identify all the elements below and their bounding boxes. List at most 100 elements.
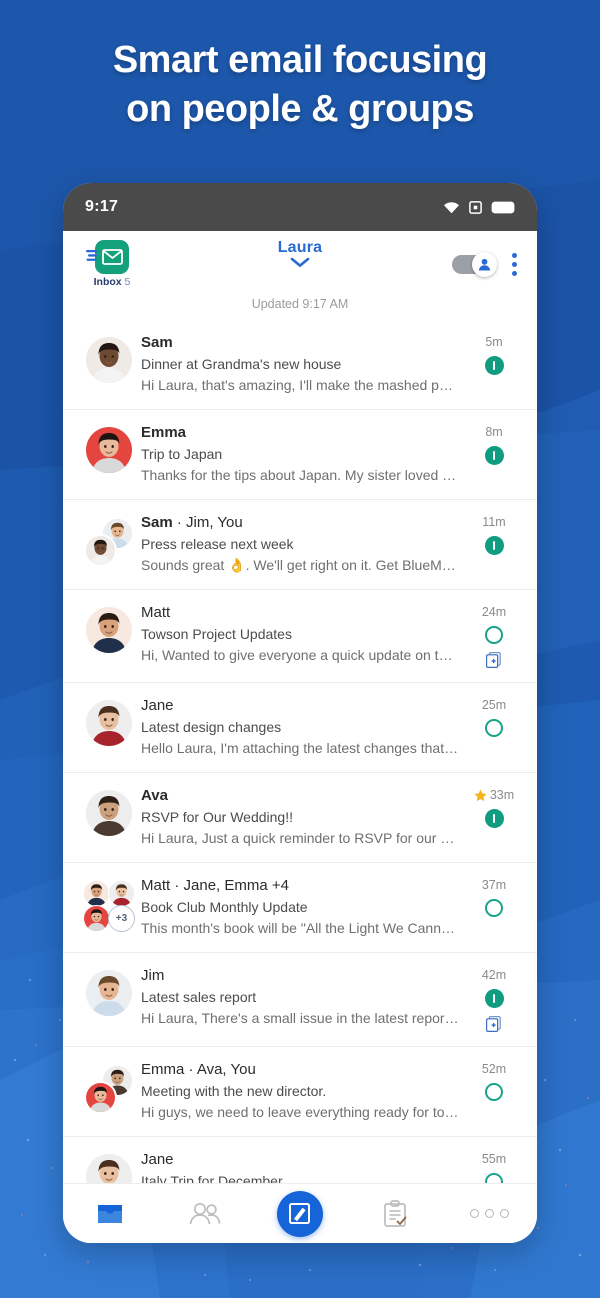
email-sender-primary: Sam	[141, 334, 173, 351]
compose-fab[interactable]	[276, 1190, 323, 1237]
email-time-row: 24m	[482, 605, 506, 619]
kebab-menu-icon[interactable]	[510, 251, 519, 278]
nav-compose[interactable]	[253, 1184, 348, 1243]
inbox-unread-count: 5	[124, 276, 131, 288]
email-list-item[interactable]: Matt Towson Project Updates Hi, Wanted t…	[63, 589, 537, 682]
email-subject: Towson Project Updates	[141, 626, 292, 642]
unread-bar	[492, 361, 496, 370]
email-list-item[interactable]: Emma · Ava, You Meeting with the new dir…	[63, 1046, 537, 1136]
unread-indicator[interactable]	[484, 446, 504, 465]
read-indicator[interactable]	[485, 719, 503, 737]
unread-bar	[492, 814, 496, 823]
speed-lines-icon	[86, 250, 97, 261]
email-time-row: 55m	[482, 1152, 506, 1166]
email-list-item[interactable]: Jane Latest design changes Hello Laura, …	[63, 682, 537, 772]
email-list-item[interactable]: Sam · Jim, You Press release next week S…	[63, 499, 537, 589]
avatar-cell	[77, 603, 141, 653]
email-list-item[interactable]: Sam Dinner at Grandma's new house Hi Lau…	[63, 320, 537, 409]
email-sender-primary: Matt	[141, 877, 171, 894]
email-sender-others: · Jim, You	[172, 514, 243, 531]
email-meta: 52m	[465, 1060, 523, 1101]
avatar	[86, 700, 132, 746]
email-time-row: 33m	[474, 788, 514, 802]
unread-indicator[interactable]	[484, 536, 504, 555]
email-time: 11m	[482, 515, 506, 529]
inbox-name: Inbox	[93, 276, 122, 288]
avatar-overflow-count: +3	[108, 905, 135, 932]
last-updated-text: Updated 9:17 AM	[63, 297, 537, 320]
inbox-label: Inbox 5	[94, 276, 131, 288]
email-text-block: Matt Towson Project Updates Hi, Wanted t…	[141, 603, 465, 666]
avatar	[86, 607, 132, 653]
read-indicator[interactable]	[485, 899, 503, 917]
email-sender-primary: Emma	[141, 1061, 185, 1078]
email-time-row: 42m	[482, 968, 506, 982]
unread-indicator[interactable]	[484, 356, 504, 375]
email-subject: Press release next week	[141, 536, 294, 552]
email-list-item[interactable]: Ava RSVP for Our Wedding!! Hi Laura, Jus…	[63, 772, 537, 862]
email-preview: Thanks for the tips about Japan. My sist…	[141, 467, 459, 483]
nav-people[interactable]	[158, 1184, 253, 1243]
nav-tasks[interactable]	[347, 1184, 442, 1243]
email-time-row: 52m	[482, 1062, 506, 1076]
email-sender: Matt · Jane, Emma +4	[141, 876, 459, 896]
toggle-knob	[472, 251, 497, 277]
email-sender: Sam · Jim, You	[141, 513, 459, 533]
unread-indicator[interactable]	[484, 989, 504, 1008]
people-icon	[189, 1202, 221, 1224]
email-preview: Sounds great 👌. We'll get right on it. G…	[141, 557, 459, 573]
nav-inbox[interactable]	[63, 1184, 158, 1243]
headline-line-1: Smart email focusing	[112, 39, 488, 81]
email-sender-primary: Emma	[141, 424, 187, 441]
chevron-down-icon[interactable]	[290, 257, 310, 268]
avatar	[86, 427, 132, 473]
email-list[interactable]: Sam Dinner at Grandma's new house Hi Lau…	[63, 320, 537, 1243]
more-dots-icon	[470, 1209, 510, 1218]
toolbar-actions	[452, 251, 519, 278]
email-sender: Matt	[141, 603, 459, 623]
read-indicator[interactable]	[485, 1083, 503, 1101]
promo-headline: Smart email focusing on people & groups	[0, 36, 600, 134]
email-sender-primary: Jane	[141, 697, 174, 714]
more-dot	[500, 1209, 510, 1218]
email-subject: Dinner at Grandma's new house	[141, 356, 342, 372]
email-sender-primary: Sam	[141, 514, 173, 531]
email-meta: 8m	[465, 423, 523, 465]
unread-indicator[interactable]	[484, 809, 504, 828]
kebab-dot	[512, 270, 517, 276]
email-list-item[interactable]: Emma Trip to Japan Thanks for the tips a…	[63, 409, 537, 499]
read-indicator[interactable]	[485, 626, 503, 644]
email-list-item[interactable]: Jim Latest sales report Hi Laura, There'…	[63, 952, 537, 1046]
avatar-group: +3	[83, 880, 135, 932]
email-preview: Hi guys, we need to leave everything rea…	[141, 1104, 459, 1120]
avatar	[83, 905, 110, 932]
avatar-group	[84, 517, 134, 567]
avatar-cell	[77, 333, 141, 383]
status-clock: 9:17	[85, 198, 119, 215]
email-time: 37m	[481, 878, 507, 892]
avatar	[108, 880, 135, 907]
email-sender-others: · Ava, You	[184, 1061, 256, 1078]
kebab-dot	[512, 261, 517, 267]
people-mode-toggle[interactable]	[452, 251, 497, 277]
email-time-row: 8m	[485, 425, 502, 439]
inbox-folder-button[interactable]: Inbox 5	[81, 240, 143, 288]
email-meta: 37m	[465, 876, 523, 917]
avatar	[86, 970, 132, 1016]
email-subject: RSVP for Our Wedding!!	[141, 809, 293, 825]
email-text-block: Sam · Jim, You Press release next week S…	[141, 513, 465, 576]
avatar-cell	[77, 786, 141, 836]
email-meta: 25m	[465, 696, 523, 737]
email-sender: Jane	[141, 1150, 459, 1170]
email-time: 33m	[489, 788, 515, 802]
email-text-block: Jim Latest sales report Hi Laura, There'…	[141, 966, 465, 1029]
email-list-item[interactable]: +3 Matt · Jane, Emma +4 Book Club Monthl…	[63, 862, 537, 952]
inbox-icon	[98, 1204, 123, 1223]
email-time-row: 11m	[482, 515, 505, 529]
email-sender-primary: Matt	[141, 604, 171, 621]
email-text-block: Emma · Ava, You Meeting with the new dir…	[141, 1060, 465, 1123]
email-meta: 24m	[465, 603, 523, 669]
nav-more[interactable]	[442, 1184, 537, 1243]
more-dot	[485, 1209, 495, 1218]
email-text-block: Emma Trip to Japan Thanks for the tips a…	[141, 423, 465, 486]
